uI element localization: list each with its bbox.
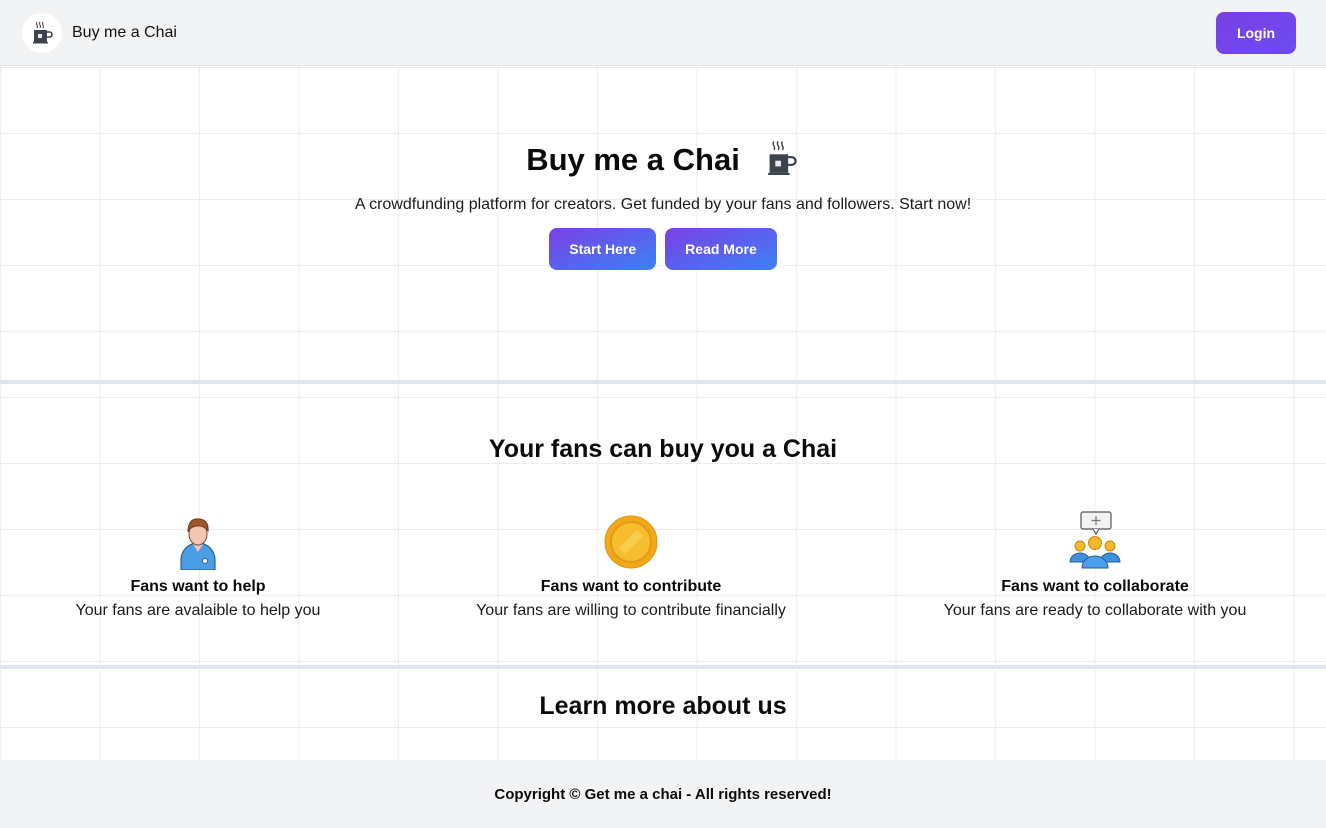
hero-buttons: Start Here Read More bbox=[0, 228, 1326, 270]
brand-logo bbox=[22, 12, 62, 53]
feature-help: Fans want to help Your fans are avalaibl… bbox=[0, 510, 408, 620]
feature-title: Fans want to help bbox=[130, 578, 266, 595]
chai-cup-icon bbox=[33, 21, 53, 43]
hero-subtitle: A crowdfunding platform for creators. Ge… bbox=[354, 196, 972, 213]
brand-name[interactable]: Buy me a Chai bbox=[72, 24, 177, 42]
feature-title: Fans want to contribute bbox=[540, 578, 722, 595]
learn-section-title: Learn more about us bbox=[539, 692, 787, 720]
feature-collaborate: Fans want to collaborate Your fans are r… bbox=[885, 510, 1305, 620]
copyright-text: Copyright © Get me a chai - All rights r… bbox=[494, 785, 832, 803]
hero-section: Buy me a Chai A crowdfunding platform fo… bbox=[0, 140, 1326, 270]
read-more-button[interactable]: Read More bbox=[665, 228, 777, 270]
section-divider bbox=[0, 665, 1326, 669]
chai-cup-icon bbox=[767, 141, 797, 175]
feature-description: Your fans are avalaible to help you bbox=[75, 602, 321, 619]
hero-title-wrap: Buy me a Chai bbox=[526, 140, 800, 180]
start-here-button[interactable]: Start Here bbox=[549, 228, 657, 270]
login-button[interactable]: Login bbox=[1216, 11, 1296, 54]
fans-section-title: Your fans can buy you a Chai bbox=[488, 435, 838, 463]
feature-contribute: Fans want to contribute Your fans are wi… bbox=[421, 510, 841, 620]
footer: Copyright © Get me a chai - All rights r… bbox=[0, 760, 1326, 828]
feature-description: Your fans are ready to collaborate with … bbox=[943, 602, 1247, 619]
person-icon bbox=[180, 518, 216, 570]
group-chat-icon bbox=[1069, 511, 1121, 569]
page-title: Buy me a Chai bbox=[526, 142, 740, 177]
section-divider bbox=[0, 380, 1326, 384]
brand[interactable]: Buy me a Chai bbox=[22, 12, 177, 53]
coin-icon bbox=[604, 515, 658, 569]
feature-description: Your fans are willing to contribute fina… bbox=[476, 602, 786, 619]
navbar: Buy me a Chai Login bbox=[0, 0, 1326, 66]
feature-title: Fans want to collaborate bbox=[1001, 578, 1189, 595]
